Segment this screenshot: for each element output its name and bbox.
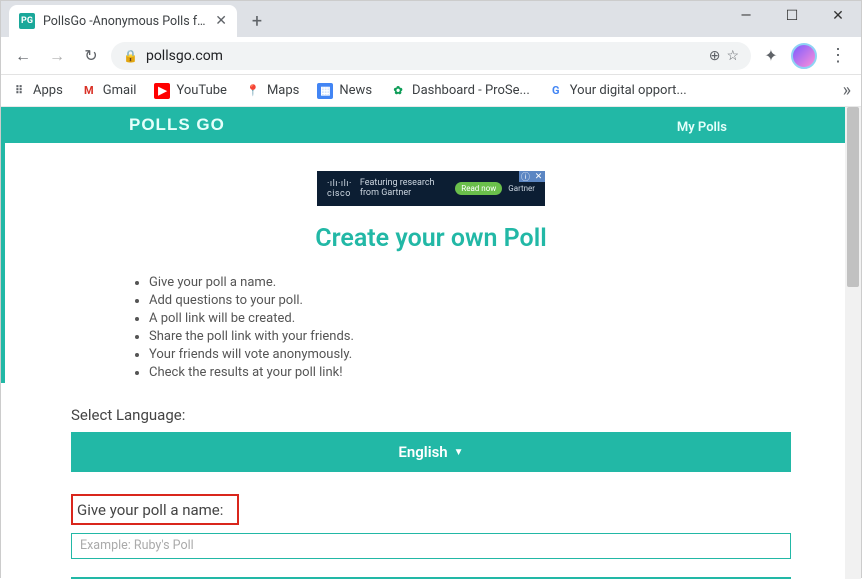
bookmark-star-icon[interactable]: ☆: [726, 48, 739, 64]
bookmarks-overflow-button[interactable]: »: [843, 80, 851, 101]
zoom-icon[interactable]: ⊕: [709, 48, 721, 64]
browser-menu-button[interactable]: ⋮: [823, 45, 853, 66]
steps-list: Give your poll a name. Add questions to …: [131, 275, 791, 380]
main-content: ⓘ ✕ ·ılı·ılı·cisco Featuring researchfro…: [71, 143, 791, 579]
ad-close-icon[interactable]: ✕: [532, 171, 545, 182]
ad-text: Featuring researchfrom Gartner: [360, 179, 435, 199]
poll-name-label: Give your poll a name:: [77, 501, 223, 519]
youtube-icon: ▶: [154, 83, 170, 99]
profile-avatar[interactable]: [791, 43, 817, 69]
tab-close-icon[interactable]: ✕: [215, 13, 227, 29]
bookmarks-bar: ⠿ Apps M Gmail ▶ YouTube 📍 Maps ▦ News ✿…: [1, 75, 861, 107]
ad-cta-button[interactable]: Read now: [455, 182, 502, 195]
window-close-button[interactable]: ✕: [815, 1, 861, 31]
step-item: Your friends will vote anonymously.: [149, 347, 791, 362]
news-icon: ▦: [317, 83, 333, 99]
tab-title: PollsGo -Anonymous Polls for W: [43, 14, 209, 29]
poll-name-label-highlight: Give your poll a name:: [71, 494, 239, 525]
dashboard-icon: ✿: [390, 83, 406, 99]
site-header: POLLS GO My Polls: [1, 107, 861, 143]
bookmark-youtube[interactable]: ▶ YouTube: [154, 83, 227, 99]
forward-button[interactable]: →: [43, 42, 71, 70]
apps-icon: ⠿: [11, 83, 27, 99]
page-viewport: POLLS GO My Polls ⓘ ✕ ·ılı·ılı·cisco Fea…: [1, 107, 861, 579]
bookmark-apps[interactable]: ⠿ Apps: [11, 83, 63, 99]
ad-info-icon[interactable]: ⓘ: [519, 171, 532, 182]
site-nav: My Polls: [677, 116, 837, 135]
window-controls: — ☐ ✕: [723, 1, 861, 31]
bookmark-gmail[interactable]: M Gmail: [81, 83, 137, 99]
chevron-down-icon: ▼: [454, 447, 464, 458]
back-button[interactable]: ←: [9, 42, 37, 70]
left-accent-strip: [1, 143, 5, 383]
bookmark-dashboard[interactable]: ✿ Dashboard - ProSe...: [390, 83, 530, 99]
step-item: Check the results at your poll link!: [149, 365, 791, 380]
ad-brand: ·ılı·ılı·cisco: [327, 179, 352, 199]
bookmark-maps[interactable]: 📍 Maps: [245, 83, 299, 99]
url-text: pollsgo.com: [146, 48, 223, 64]
poll-name-input[interactable]: [71, 533, 791, 559]
language-value: English: [398, 443, 447, 461]
browser-toolbar: ← → ↻ 🔒 pollsgo.com ⊕ ☆ ✦ ⋮: [1, 37, 861, 75]
new-tab-button[interactable]: +: [243, 7, 271, 35]
bookmark-google[interactable]: G Your digital opport...: [548, 83, 687, 99]
reload-button[interactable]: ↻: [77, 42, 105, 70]
ad-gartner-label: Gartner: [508, 184, 535, 193]
window-minimize-button[interactable]: —: [723, 1, 769, 31]
address-bar[interactable]: 🔒 pollsgo.com ⊕ ☆: [111, 42, 751, 70]
bookmark-news[interactable]: ▦ News: [317, 83, 372, 99]
window-maximize-button[interactable]: ☐: [769, 1, 815, 31]
google-icon: G: [548, 83, 564, 99]
browser-titlebar: PG PollsGo -Anonymous Polls for W ✕ + — …: [1, 1, 861, 37]
step-item: Share the poll link with your friends.: [149, 329, 791, 344]
page-title: Create your own Poll: [71, 224, 791, 253]
step-item: Add questions to your poll.: [149, 293, 791, 308]
extensions-icon[interactable]: ✦: [757, 42, 785, 70]
site-logo[interactable]: POLLS GO: [129, 115, 225, 135]
language-dropdown[interactable]: English ▼: [71, 432, 791, 472]
tab-favicon: PG: [19, 13, 35, 29]
scrollbar-thumb[interactable]: [847, 107, 859, 287]
lock-icon: 🔒: [123, 49, 138, 63]
select-language-label: Select Language:: [71, 406, 791, 424]
nav-my-polls[interactable]: My Polls: [677, 120, 727, 135]
step-item: A poll link will be created.: [149, 311, 791, 326]
step-item: Give your poll a name.: [149, 275, 791, 290]
scrollbar-track[interactable]: [845, 107, 861, 579]
ad-banner[interactable]: ⓘ ✕ ·ılı·ılı·cisco Featuring researchfro…: [317, 171, 545, 206]
gmail-icon: M: [81, 83, 97, 99]
browser-tab[interactable]: PG PollsGo -Anonymous Polls for W ✕: [9, 5, 237, 37]
maps-icon: 📍: [245, 83, 261, 99]
